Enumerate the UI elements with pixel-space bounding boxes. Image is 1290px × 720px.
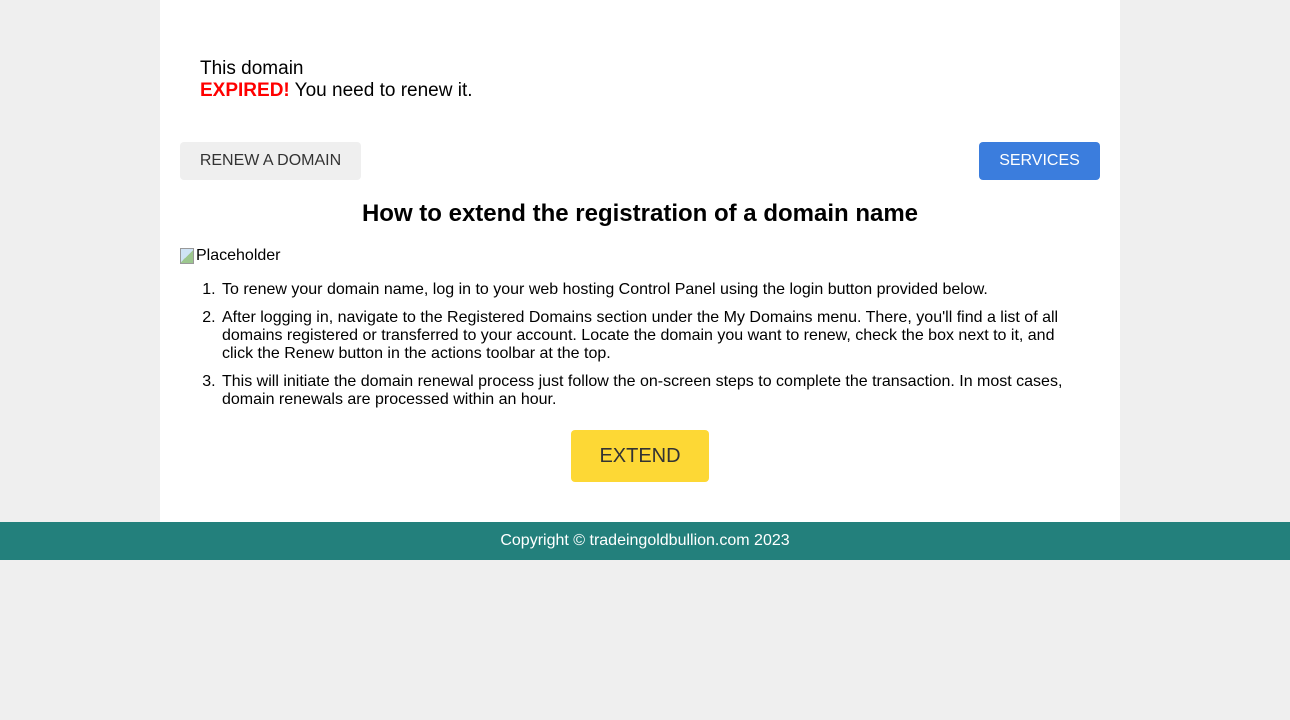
step-item: After logging in, navigate to the Regist… xyxy=(220,309,1080,363)
expiry-notice: This domain EXPIRED! You need to renew i… xyxy=(200,58,473,102)
step-item: This will initiate the domain renewal pr… xyxy=(220,373,1080,409)
placeholder-alt-text: Placeholder xyxy=(196,247,281,264)
copyright-text: Copyright © tradeingoldbullion.com 2023 xyxy=(500,532,790,549)
notice-renew-text: You need to renew it. xyxy=(289,80,473,101)
step-item: To renew your domain name, log in to you… xyxy=(220,281,1080,299)
renewal-steps-list: To renew your domain name, log in to you… xyxy=(220,281,1080,419)
expired-label: EXPIRED! xyxy=(200,80,290,101)
page-heading: How to extend the registration of a doma… xyxy=(361,200,919,227)
services-button[interactable]: SERVICES xyxy=(979,142,1100,180)
extend-button[interactable]: EXTEND xyxy=(571,430,709,482)
footer: Copyright © tradeingoldbullion.com 2023 xyxy=(0,522,1290,560)
broken-image-icon xyxy=(180,248,194,264)
main-container: This domain EXPIRED! You need to renew i… xyxy=(160,0,1120,522)
renew-domain-button[interactable]: RENEW A DOMAIN xyxy=(180,142,361,180)
notice-line-2: EXPIRED! You need to renew it. xyxy=(200,80,473,102)
notice-line-1: This domain xyxy=(200,58,304,79)
placeholder-image: Placeholder xyxy=(180,247,281,265)
